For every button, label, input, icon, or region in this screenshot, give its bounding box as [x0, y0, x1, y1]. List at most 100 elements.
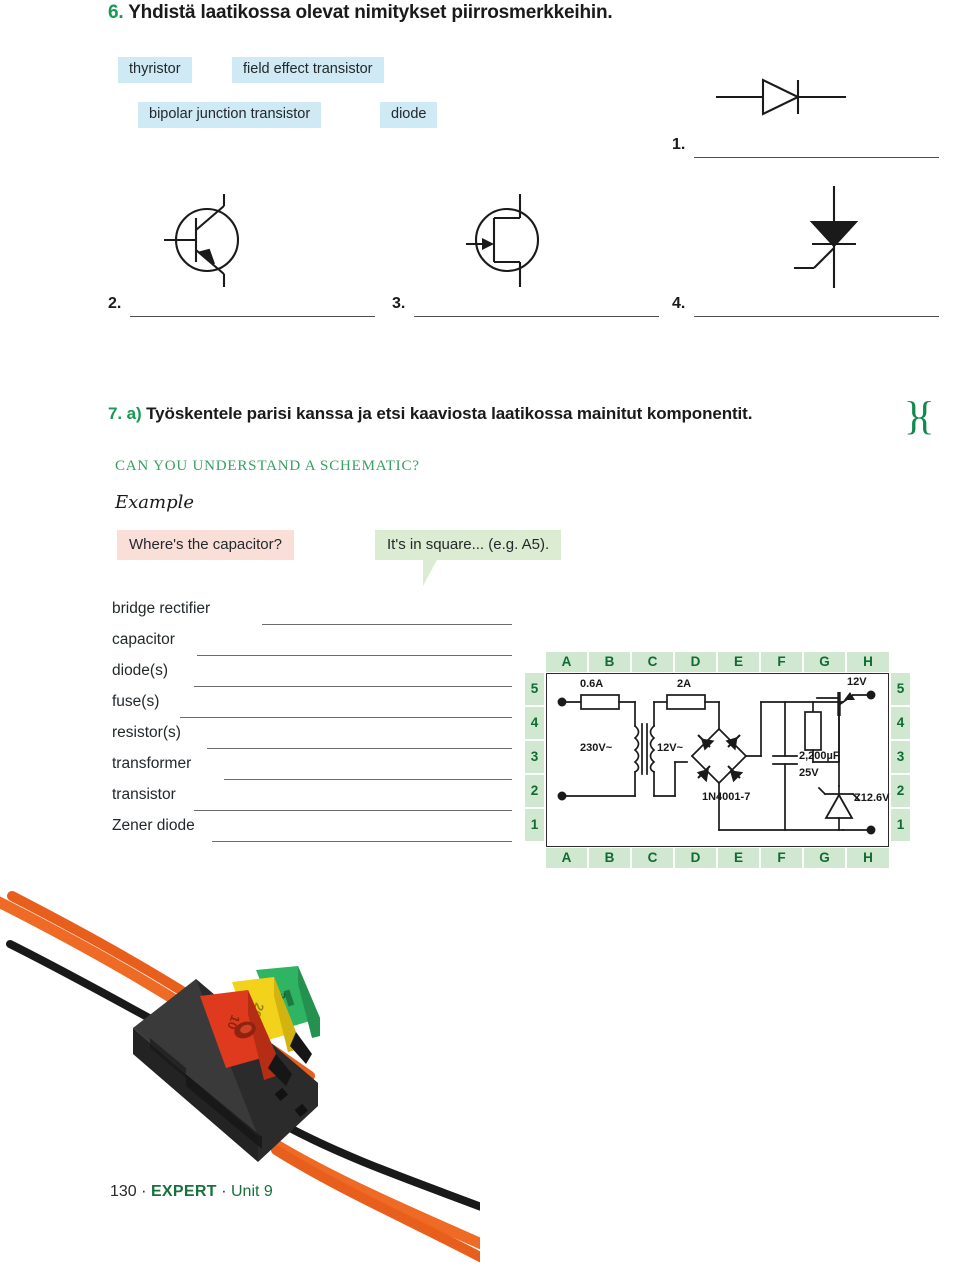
thyristor-symbol	[782, 182, 887, 297]
checklist-rule	[194, 810, 512, 811]
checklist-row[interactable]: fuse(s)	[112, 693, 512, 724]
grid-row-label-left: 5	[525, 673, 544, 705]
exercise-7-number: 7.	[108, 404, 122, 423]
grid-row-label-right: 5	[891, 673, 910, 705]
grid-row-label-right: 1	[891, 809, 910, 841]
schematic-circuit-area: 0.6A 2A 230V~ 12V~ 1N4001-7 2,200µF 25V …	[546, 673, 889, 847]
pair-work-icon: }{	[904, 393, 935, 438]
answer-index-1: 1.	[672, 136, 686, 153]
exercise-6-number: 6.	[108, 2, 124, 23]
textbook-page: 6. Yhdistä laatikossa olevat nimitykset …	[0, 0, 960, 1272]
grid-row-label-right: 2	[891, 775, 910, 807]
checklist-row[interactable]: transformer	[112, 755, 512, 786]
checklist-label: Zener diode	[112, 817, 195, 834]
grid-col-label-top: C	[632, 652, 673, 672]
checklist-row[interactable]: resistor(s)	[112, 724, 512, 755]
answer-rule-4	[694, 316, 939, 317]
footer-unit: Unit 9	[231, 1183, 273, 1200]
label-bridge-part: 1N4001-7	[702, 791, 751, 803]
grid-col-label-bottom: C	[632, 848, 673, 868]
answer-rule-3	[414, 316, 659, 317]
footer-brand: EXPERT	[150, 1183, 217, 1200]
grid-col-label-top: G	[804, 652, 845, 672]
grid-row-label-left: 3	[525, 741, 544, 773]
checklist-row[interactable]: capacitor	[112, 631, 512, 662]
example-question-bubble: Where's the capacitor?	[117, 530, 294, 560]
label-fuse-secondary: 2A	[677, 678, 692, 690]
exercise-6-heading: 6. Yhdistä laatikossa olevat nimitykset …	[108, 2, 613, 24]
grid-col-label-top: A	[546, 652, 587, 672]
term-chip-field-effect-transistor[interactable]: field effect transistor	[232, 57, 384, 83]
grid-col-label-bottom: E	[718, 848, 759, 868]
checklist-rule	[197, 655, 512, 656]
grid-col-label-bottom: F	[761, 848, 802, 868]
grid-row-label-right: 3	[891, 741, 910, 773]
checklist-rule	[180, 717, 512, 718]
grid-col-label-bottom: A	[546, 848, 587, 868]
label-capacitor-value: 2,200µF	[799, 750, 840, 762]
checklist-row[interactable]: Zener diode	[112, 817, 512, 848]
label-zener-value: Z12.6V	[854, 792, 890, 804]
label-fuse-primary: 0.6A	[580, 678, 604, 690]
checklist-label: capacitor	[112, 631, 175, 648]
term-chip-thyristor[interactable]: thyristor	[118, 57, 192, 83]
checklist-label: bridge rectifier	[112, 600, 211, 617]
speech-bubble-tail	[423, 560, 437, 586]
checklist-label: transformer	[112, 755, 192, 772]
grid-col-label-top: B	[589, 652, 630, 672]
grid-col-label-top: F	[761, 652, 802, 672]
power-supply-schematic: A B C D E F G H A B C D E F G H 5 4 3 2 …	[525, 652, 910, 868]
page-footer: 130 · EXPERT · Unit 9	[110, 1183, 273, 1201]
label-secondary-voltage: 12V~	[657, 742, 683, 754]
term-chip-diode[interactable]: diode	[380, 102, 438, 128]
checklist-label: diode(s)	[112, 662, 168, 679]
checklist-row[interactable]: diode(s)	[112, 662, 512, 693]
answer-index-3: 3.	[392, 295, 406, 312]
bipolar-junction-transistor-symbol	[152, 188, 262, 298]
label-primary-voltage: 230V~	[580, 742, 613, 754]
footer-separator-2: ·	[221, 1183, 227, 1200]
answer-rule-2	[130, 316, 375, 317]
grid-row-label-right: 4	[891, 707, 910, 739]
schematic-subheading: CAN YOU UNDERSTAND A SCHEMATIC?	[115, 458, 420, 474]
fuse-holder-photo: 30 20 10	[0, 878, 492, 1272]
grid-col-label-bottom: B	[589, 848, 630, 868]
grid-col-label-top: H	[847, 652, 889, 672]
footer-separator-1: ·	[141, 1183, 147, 1200]
exercise-7-part: a)	[126, 404, 142, 423]
answer-index-4: 4.	[672, 295, 686, 312]
checklist-label: fuse(s)	[112, 693, 160, 710]
exercise-7-instruction: Työskentele parisi kanssa ja etsi kaavio…	[146, 404, 753, 423]
example-answer-bubble: It's in square... (e.g. A5).	[375, 530, 562, 586]
exercise-6-instruction: Yhdistä laatikossa olevat nimitykset pii…	[128, 2, 613, 23]
grid-col-label-bottom: H	[847, 848, 889, 868]
checklist-rule	[224, 779, 512, 780]
label-capacitor-voltage: 25V	[799, 767, 819, 779]
checklist-rule	[262, 624, 512, 625]
grid-col-label-bottom: G	[804, 848, 845, 868]
grid-row-label-left: 1	[525, 809, 544, 841]
grid-col-label-top: E	[718, 652, 759, 672]
term-chip-bipolar-junction-transistor[interactable]: bipolar junction transistor	[138, 102, 322, 128]
field-effect-transistor-symbol	[452, 188, 562, 298]
checklist-rule	[212, 841, 512, 842]
example-label: Example	[115, 492, 195, 513]
checklist-label: resistor(s)	[112, 724, 181, 741]
grid-col-label-top: D	[675, 652, 716, 672]
checklist-label: transistor	[112, 786, 176, 803]
checklist-rule	[207, 748, 512, 749]
checklist-rule	[194, 686, 512, 687]
checklist-row[interactable]: transistor	[112, 786, 512, 817]
page-number: 130	[110, 1183, 137, 1200]
grid-row-label-left: 4	[525, 707, 544, 739]
grid-row-label-left: 2	[525, 775, 544, 807]
diode-symbol	[706, 72, 856, 127]
example-answer-text: It's in square... (e.g. A5).	[387, 536, 550, 553]
label-output-voltage: 12V	[847, 676, 867, 688]
exercise-7-heading: 7. a) Työskentele parisi kanssa ja etsi …	[108, 404, 752, 424]
answer-index-2: 2.	[108, 295, 122, 312]
checklist-row[interactable]: bridge rectifier	[112, 600, 512, 631]
answer-rule-1	[694, 157, 939, 158]
component-checklist: bridge rectifier capacitor diode(s) fuse…	[112, 600, 512, 848]
grid-col-label-bottom: D	[675, 848, 716, 868]
